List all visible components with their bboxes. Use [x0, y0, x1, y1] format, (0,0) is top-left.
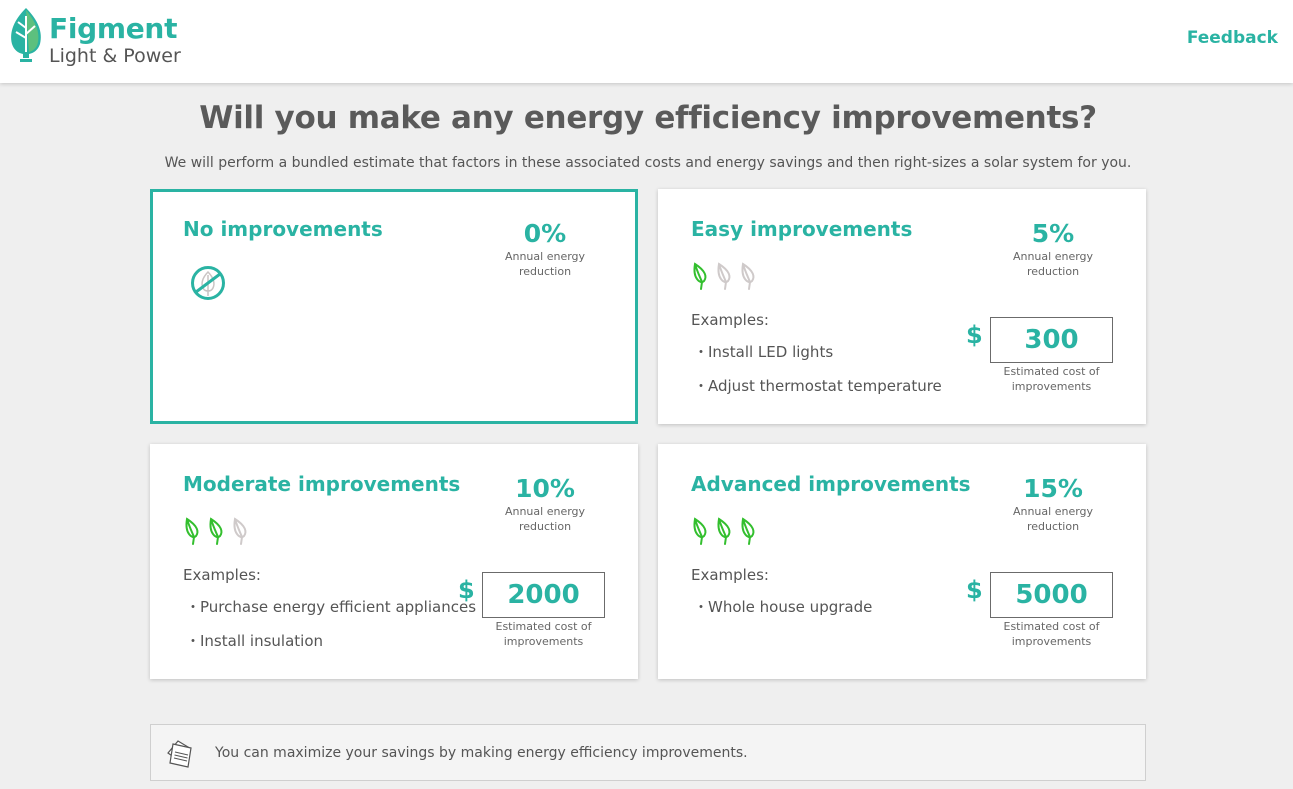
energy-reduction-percent: 5%: [1031, 219, 1075, 248]
leaf-active-icon: [693, 517, 707, 545]
card-title: No improvements: [183, 217, 383, 241]
example-item: Whole house upgrade: [694, 597, 872, 631]
cost-label: Estimated cost of improvements: [495, 620, 592, 648]
card-title: Advanced improvements: [691, 472, 971, 496]
card-title: Easy improvements: [691, 217, 913, 241]
energy-reduction-percent: 15%: [1023, 474, 1083, 503]
leaf-active-icon: [693, 262, 707, 290]
energy-reduction-label: Annual energy reduction: [1012, 505, 1094, 533]
energy-reduction-percent: 0%: [523, 219, 567, 248]
leaf-rating: [691, 261, 758, 291]
logo-leaf-icon: [11, 8, 41, 62]
leaf-rating: [183, 516, 250, 546]
leaf-active-icon: [717, 517, 731, 545]
brand-name: Figment: [49, 12, 178, 45]
option-card-easy-improvements[interactable]: Easy improvements 5% Annual energy reduc…: [658, 189, 1146, 424]
dollar-sign: $: [966, 576, 983, 604]
tip-banner: You can maximize your savings by making …: [150, 724, 1146, 781]
option-card-moderate-improvements[interactable]: Moderate improvements 10% Annual energy …: [150, 444, 638, 679]
leaf-active-icon: [209, 517, 223, 545]
card-title: Moderate improvements: [183, 472, 461, 496]
cost-input[interactable]: [482, 572, 605, 618]
dollar-sign: $: [458, 576, 475, 604]
energy-reduction-label: Annual energy reduction: [504, 250, 586, 278]
page-subtitle: We will perform a bundled estimate that …: [164, 155, 1132, 171]
no-leaf-icon: [191, 266, 225, 300]
cost-block: $ Estimated cost of improvements: [966, 317, 1116, 397]
option-card-advanced-improvements[interactable]: Advanced improvements 15% Annual energy …: [658, 444, 1146, 679]
example-item: Adjust thermostat temperature: [694, 376, 942, 410]
logo[interactable]: Figment Light & Power: [8, 6, 188, 72]
energy-reduction: 5% Annual energy reduction: [1003, 219, 1103, 279]
feedback-link[interactable]: Feedback: [1187, 28, 1278, 48]
example-item: Install LED lights: [694, 342, 942, 376]
cost-input[interactable]: [990, 317, 1113, 363]
energy-reduction-percent: 10%: [515, 474, 575, 503]
cost-block: $ Estimated cost of improvements: [966, 572, 1116, 652]
header: Figment Light & Power Feedback: [0, 0, 1293, 83]
leaf-inactive-icon: [741, 262, 755, 290]
energy-reduction-label: Annual energy reduction: [504, 505, 586, 533]
examples-label: Examples:: [183, 566, 261, 584]
examples-list: Install LED lights Adjust thermostat tem…: [694, 342, 942, 410]
leaf-inactive-icon: [233, 517, 247, 545]
examples-list: Whole house upgrade: [694, 597, 872, 631]
page-title: Will you make any energy efficiency impr…: [199, 100, 1097, 136]
energy-reduction-label: Annual energy reduction: [1012, 250, 1094, 278]
dollar-sign: $: [966, 321, 983, 349]
leaf-inactive-icon: [717, 262, 731, 290]
energy-reduction: 10% Annual energy reduction: [495, 474, 595, 534]
option-card-no-improvements[interactable]: No improvements 0% Annual energy reducti…: [150, 189, 638, 424]
cost-input[interactable]: [990, 572, 1113, 618]
cost-label: Estimated cost of improvements: [1003, 365, 1100, 393]
examples-label: Examples:: [691, 311, 769, 329]
example-item: Install insulation: [186, 631, 476, 665]
energy-reduction: 0% Annual energy reduction: [495, 219, 595, 279]
examples-label: Examples:: [691, 566, 769, 584]
tip-text: You can maximize your savings by making …: [215, 745, 748, 761]
leaf-active-icon: [185, 517, 199, 545]
leaf-active-icon: [741, 517, 755, 545]
cost-label: Estimated cost of improvements: [1003, 620, 1100, 648]
cost-block: $ Estimated cost of improvements: [458, 572, 608, 652]
energy-reduction: 15% Annual energy reduction: [1003, 474, 1103, 534]
brand-subtitle: Light & Power: [49, 45, 181, 67]
examples-list: Purchase energy efficient appliances Ins…: [186, 597, 476, 665]
leaf-rating: [691, 516, 758, 546]
example-item: Purchase energy efficient appliances: [186, 597, 476, 631]
notes-icon: [167, 740, 192, 768]
